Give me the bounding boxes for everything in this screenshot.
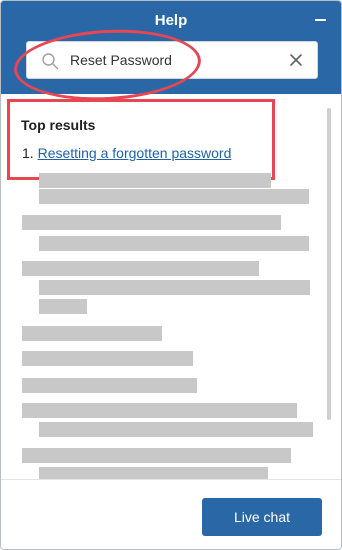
minus-icon xyxy=(314,19,326,21)
panel-title: Help xyxy=(154,12,188,29)
help-footer: Live chat xyxy=(1,479,341,549)
placeholder-line xyxy=(39,189,309,204)
placeholder-line xyxy=(22,261,259,276)
placeholder-line xyxy=(22,326,162,341)
help-panel: Help Top results 1. Resetting a forgotte… xyxy=(0,0,342,550)
placeholder-line xyxy=(39,299,87,314)
close-icon[interactable] xyxy=(288,52,304,68)
placeholder-line xyxy=(22,403,297,418)
placeholder-line xyxy=(39,236,309,251)
search-icon xyxy=(42,53,59,70)
placeholder-line xyxy=(22,351,193,366)
result-number: 1. xyxy=(22,145,34,161)
placeholder-line xyxy=(39,280,310,295)
search-box xyxy=(26,41,318,79)
placeholder-line xyxy=(39,173,271,188)
help-header: Help xyxy=(1,1,341,105)
results-heading: Top results xyxy=(21,117,96,133)
results-highlight-annotation xyxy=(7,99,275,180)
result-item: 1. Resetting a forgotten password xyxy=(22,145,231,161)
placeholder-line xyxy=(22,448,291,463)
result-link[interactable]: Resetting a forgotten password xyxy=(38,145,232,161)
minimize-button[interactable] xyxy=(313,9,327,31)
scrollbar[interactable] xyxy=(327,108,331,420)
search-input[interactable] xyxy=(70,47,270,73)
placeholder-line xyxy=(22,215,281,230)
placeholder-line xyxy=(39,422,313,437)
help-content: Top results 1. Resetting a forgotten pas… xyxy=(1,94,341,482)
live-chat-button[interactable]: Live chat xyxy=(202,498,322,536)
placeholder-line xyxy=(22,378,197,393)
